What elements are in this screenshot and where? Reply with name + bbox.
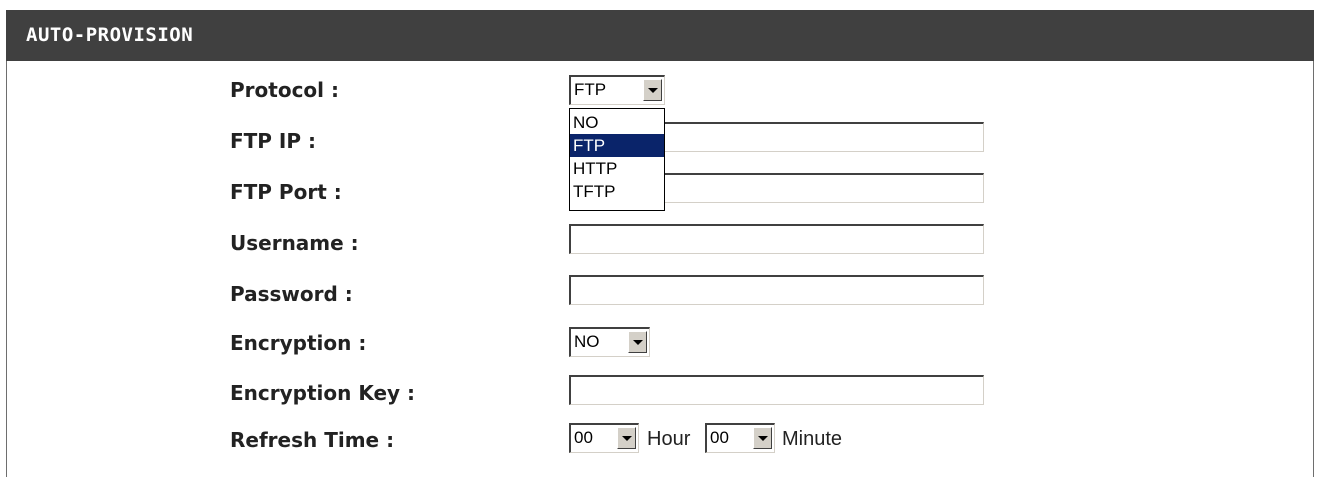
ftp-port-label: FTP Port : bbox=[230, 180, 342, 204]
refresh-time-label: Refresh Time : bbox=[230, 428, 395, 452]
protocol-dropdown-list: NO FTP HTTP TFTP bbox=[569, 108, 665, 211]
protocol-select[interactable]: FTP bbox=[569, 75, 665, 105]
encryption-select[interactable]: NO bbox=[569, 327, 650, 357]
protocol-option-http[interactable]: HTTP bbox=[570, 157, 664, 180]
protocol-option-tftp[interactable]: TFTP bbox=[570, 180, 664, 203]
chevron-down-icon[interactable] bbox=[753, 427, 772, 449]
section-title: AUTO-PROVISION bbox=[26, 24, 194, 46]
password-input[interactable] bbox=[569, 275, 984, 305]
refresh-minute-select[interactable]: 00 bbox=[705, 423, 775, 453]
chevron-down-icon[interactable] bbox=[643, 79, 662, 101]
minute-unit-label: Minute bbox=[782, 428, 843, 450]
refresh-hour-value: 00 bbox=[574, 428, 593, 447]
username-label: Username : bbox=[230, 231, 359, 255]
encryption-label: Encryption : bbox=[230, 331, 367, 355]
protocol-option-ftp[interactable]: FTP bbox=[570, 134, 664, 157]
hour-unit-label: Hour bbox=[647, 428, 691, 450]
protocol-label: Protocol : bbox=[230, 78, 339, 102]
protocol-option-no[interactable]: NO bbox=[570, 111, 664, 134]
ftp-ip-label: FTP IP : bbox=[230, 129, 316, 153]
refresh-minute-value: 00 bbox=[710, 428, 729, 447]
encryption-key-input[interactable] bbox=[569, 375, 984, 405]
password-label: Password : bbox=[230, 282, 353, 306]
encryption-key-label: Encryption Key : bbox=[230, 381, 416, 405]
chevron-down-icon[interactable] bbox=[617, 427, 636, 449]
encryption-select-value: NO bbox=[574, 332, 600, 351]
username-input[interactable] bbox=[569, 224, 984, 254]
chevron-down-icon[interactable] bbox=[628, 331, 647, 353]
section-header: AUTO-PROVISION bbox=[6, 10, 1314, 61]
refresh-hour-select[interactable]: 00 bbox=[569, 423, 639, 453]
protocol-select-value: FTP bbox=[574, 80, 607, 99]
